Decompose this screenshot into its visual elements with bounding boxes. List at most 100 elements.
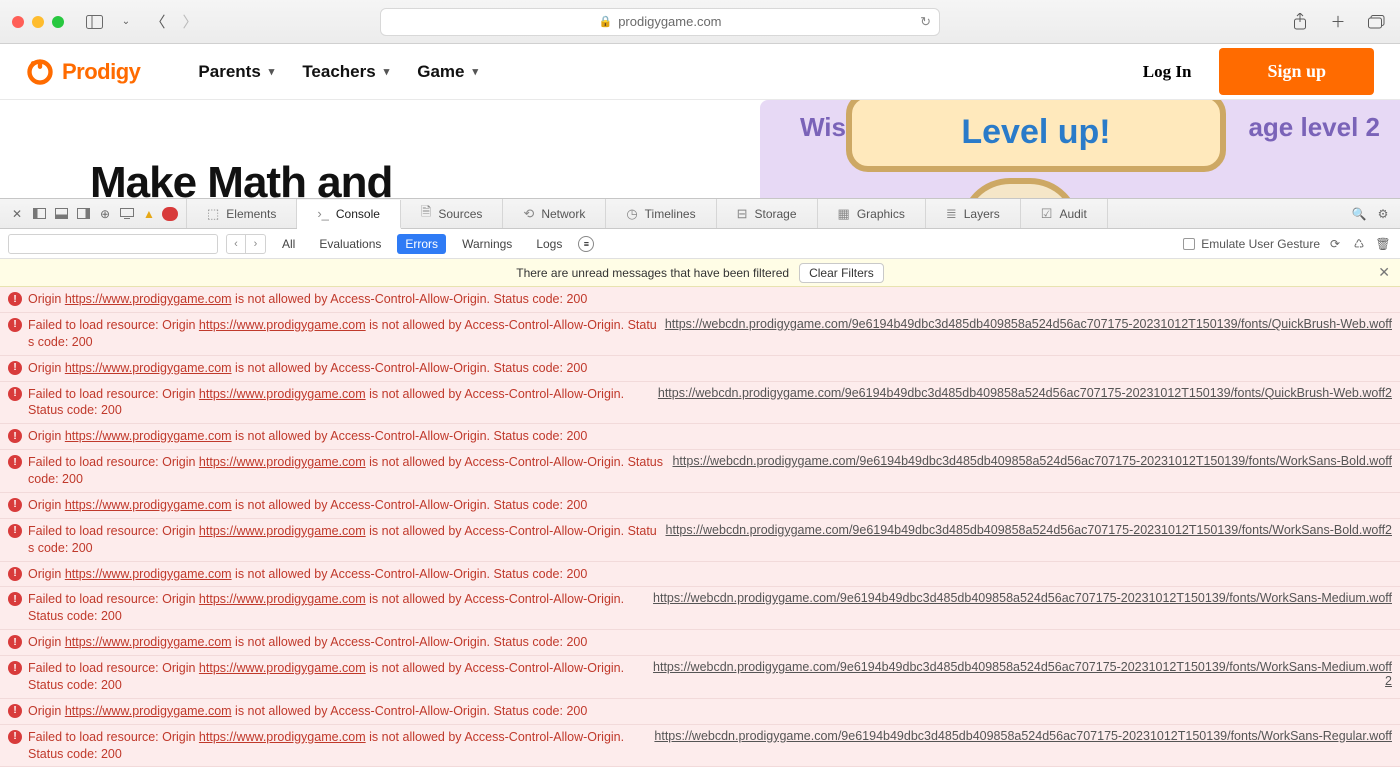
filter-all[interactable]: All <box>274 234 303 254</box>
filter-more-icon[interactable]: ≡ <box>578 236 594 252</box>
console-error-row[interactable]: ! Origin https://www.prodigygame.com is n… <box>0 424 1400 450</box>
signup-button[interactable]: Sign up <box>1219 48 1374 95</box>
error-message: Origin https://www.prodigygame.com is no… <box>28 428 1392 445</box>
error-message: Origin https://www.prodigygame.com is no… <box>28 291 1392 308</box>
banner-close-icon[interactable]: ✕ <box>1378 264 1390 281</box>
console-error-row[interactable]: ! Origin https://www.prodigygame.com is n… <box>0 287 1400 313</box>
clear-icon[interactable]: 🗑 <box>1374 235 1392 253</box>
tab-network[interactable]: ⟲Network <box>503 199 606 228</box>
graphics-icon: ▦ <box>838 206 850 222</box>
nav-parents[interactable]: Parents▾ <box>198 62 274 82</box>
filter-warnings[interactable]: Warnings <box>454 234 520 254</box>
recycle-icon[interactable]: ♺ <box>1350 235 1368 253</box>
tabs-icon[interactable] <box>1364 10 1388 34</box>
error-icon: ! <box>8 498 22 512</box>
console-error-row[interactable]: !Failed to load resource: Origin https:/… <box>0 656 1400 699</box>
share-icon[interactable] <box>1288 10 1312 34</box>
console-error-row[interactable]: !Failed to load resource: Origin https:/… <box>0 450 1400 493</box>
login-link[interactable]: Log In <box>1143 62 1192 82</box>
tab-timelines[interactable]: ◷Timelines <box>606 199 716 228</box>
console-search-input[interactable] <box>8 234 218 254</box>
console-icon: ›_ <box>317 206 329 221</box>
console-error-row[interactable]: !Origin https://www.prodigygame.com is n… <box>0 630 1400 656</box>
error-icon: ! <box>8 429 22 443</box>
console-error-row[interactable]: !Origin https://www.prodigygame.com is n… <box>0 699 1400 725</box>
preserve-log-icon[interactable]: ⟳ <box>1326 235 1344 253</box>
clear-filters-button[interactable]: Clear Filters <box>799 263 884 283</box>
filter-errors[interactable]: Errors <box>397 234 446 254</box>
tab-audit[interactable]: ☑Audit <box>1021 199 1108 228</box>
site-nav: Parents▾ Teachers▾ Game▾ <box>198 62 478 82</box>
error-message: Failed to load resource: Origin https://… <box>28 454 666 488</box>
error-message: Failed to load resource: Origin https://… <box>28 317 659 351</box>
dock-bottom-icon[interactable] <box>52 205 70 223</box>
filter-logs[interactable]: Logs <box>528 234 570 254</box>
dock-right-icon[interactable] <box>74 205 92 223</box>
console-error-row[interactable]: !Failed to load resource: Origin https:/… <box>0 313 1400 356</box>
nav-teachers[interactable]: Teachers▾ <box>302 62 389 82</box>
error-icon: ! <box>8 567 22 581</box>
error-message: Origin https://www.prodigygame.com is no… <box>28 703 1392 720</box>
console-error-row[interactable]: !Failed to load resource: Origin https:/… <box>0 587 1400 630</box>
resource-url[interactable]: https://webcdn.prodigygame.com/9e6194b49… <box>658 386 1392 400</box>
error-message: Origin https://www.prodigygame.com is no… <box>28 634 1392 651</box>
tab-storage[interactable]: ⊟Storage <box>717 199 818 228</box>
next-match-icon[interactable]: › <box>246 234 266 254</box>
resource-url[interactable]: https://webcdn.prodigygame.com/9e6194b49… <box>653 591 1392 605</box>
console-output: ! Origin https://www.prodigygame.com is n… <box>0 287 1400 767</box>
resource-url[interactable]: https://webcdn.prodigygame.com/9e6194b49… <box>652 660 1392 688</box>
inspect-icon[interactable]: ⊕ <box>96 205 114 223</box>
tab-console[interactable]: ›_Console <box>297 200 401 229</box>
sidebar-icon[interactable] <box>82 10 106 34</box>
back-icon[interactable]: 〈 <box>146 10 170 34</box>
error-icon: ! <box>8 387 22 401</box>
tab-graphics[interactable]: ▦Graphics <box>818 199 926 228</box>
tab-elements[interactable]: ⬚Elements <box>187 199 297 228</box>
devtools-panel: ✕ ⊕ ▲ ⬚Elements ›_Console 🗎Sources ⟲Netw… <box>0 198 1400 767</box>
settings-icon[interactable]: ⚙ <box>1374 205 1392 223</box>
chevron-down-icon: ▾ <box>269 65 275 78</box>
console-error-row[interactable]: !Failed to load resource: Origin https:/… <box>0 382 1400 425</box>
console-error-row[interactable]: !Origin https://www.prodigygame.com is n… <box>0 562 1400 588</box>
console-error-row[interactable]: !Origin https://www.prodigygame.com is n… <box>0 356 1400 382</box>
new-tab-icon[interactable]: ＋ <box>1326 10 1350 34</box>
storage-icon: ⊟ <box>737 206 748 222</box>
error-message: Failed to load resource: Origin https://… <box>28 523 660 557</box>
devtools-close-icon[interactable]: ✕ <box>8 205 26 223</box>
dropdown-icon[interactable]: ⌄ <box>114 10 138 34</box>
tab-sources[interactable]: 🗎Sources <box>401 199 503 228</box>
prev-match-icon[interactable]: ‹ <box>226 234 246 254</box>
prodigy-logo[interactable]: Prodigy <box>26 58 140 86</box>
close-window-icon[interactable] <box>12 16 24 28</box>
resource-url[interactable]: https://webcdn.prodigygame.com/9e6194b49… <box>666 523 1392 537</box>
logo-text: Prodigy <box>62 59 140 85</box>
console-error-row[interactable]: !Origin https://www.prodigygame.com is n… <box>0 493 1400 519</box>
error-icon: ! <box>8 292 22 306</box>
error-badge[interactable] <box>162 207 178 221</box>
device-icon[interactable] <box>118 205 136 223</box>
warning-icon[interactable]: ▲ <box>140 205 158 223</box>
hero-headline: Make Math and <box>90 158 392 198</box>
game-text-left: Wis <box>800 112 846 143</box>
prodigy-logo-icon <box>26 58 54 86</box>
tab-layers[interactable]: ≣Layers <box>926 199 1021 228</box>
console-error-row[interactable]: !Failed to load resource: Origin https:/… <box>0 725 1400 767</box>
resource-url[interactable]: https://webcdn.prodigygame.com/9e6194b49… <box>672 454 1392 468</box>
minimize-window-icon[interactable] <box>32 16 44 28</box>
address-bar[interactable]: 🔒 prodigygame.com ↻ <box>380 8 940 36</box>
nav-game[interactable]: Game▾ <box>417 62 478 82</box>
dock-left-icon[interactable] <box>30 205 48 223</box>
error-message: Failed to load resource: Origin https://… <box>28 591 647 625</box>
error-icon: ! <box>8 661 22 675</box>
emulate-checkbox[interactable] <box>1183 238 1195 250</box>
reload-icon[interactable]: ↻ <box>920 14 931 30</box>
lock-icon: 🔒 <box>598 15 612 28</box>
search-icon[interactable]: 🔍 <box>1350 205 1368 223</box>
console-banner: There are unread messages that have been… <box>0 259 1400 287</box>
fullscreen-window-icon[interactable] <box>52 16 64 28</box>
filter-evals[interactable]: Evaluations <box>311 234 389 254</box>
console-error-row[interactable]: ! Failed to load resource: Origin https:/… <box>0 519 1400 562</box>
resource-url[interactable]: https://webcdn.prodigygame.com/9e6194b49… <box>665 317 1392 331</box>
resource-url[interactable]: https://webcdn.prodigygame.com/9e6194b49… <box>654 729 1392 743</box>
error-icon: ! <box>8 524 22 538</box>
